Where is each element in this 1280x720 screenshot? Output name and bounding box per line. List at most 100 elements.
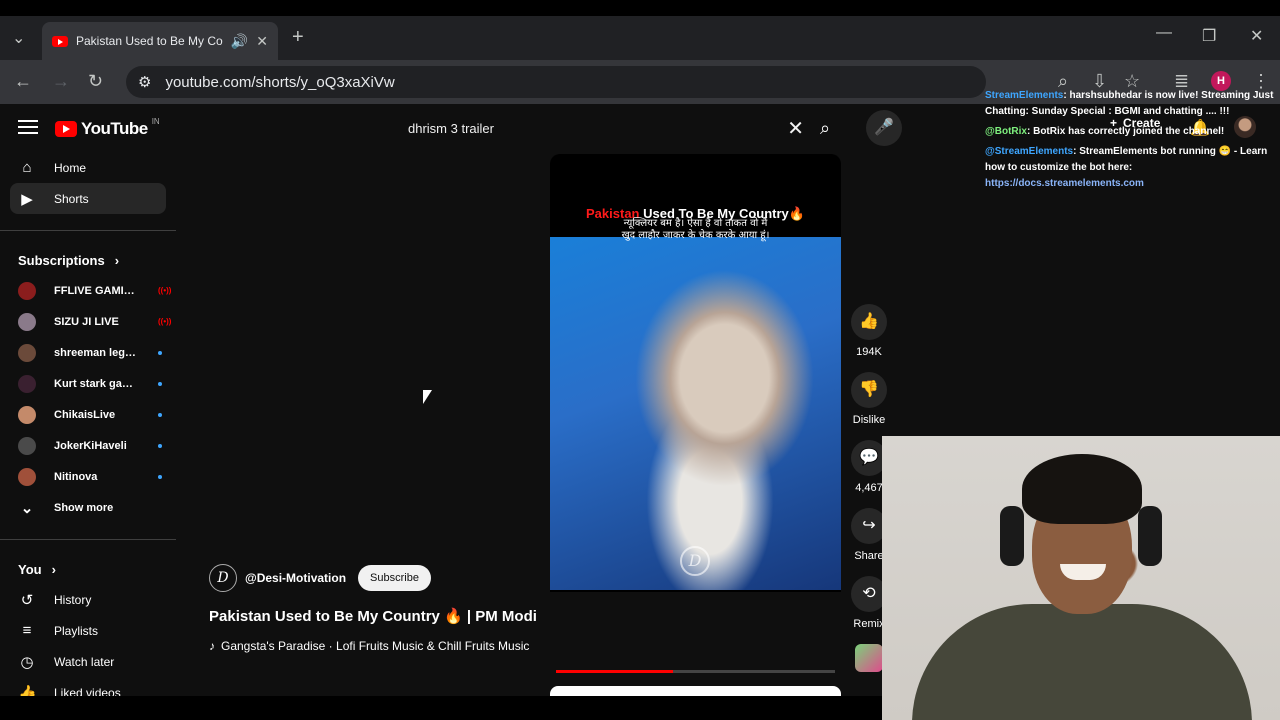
top-black-strip — [0, 0, 1280, 16]
nav-history[interactable]: ↺ History — [0, 584, 166, 615]
audio-thumbnail[interactable] — [855, 644, 883, 672]
live-indicator-icon: ((•)) — [158, 286, 172, 295]
voice-search-icon[interactable]: 🎤 — [866, 110, 902, 146]
channel-avatar[interactable]: D — [209, 564, 237, 592]
hindi-subtitle: न्यूक्लियर बम है। ऐसा है वो ताकत वो मैं … — [550, 218, 841, 242]
clear-search-icon[interactable]: ✕ — [787, 116, 804, 141]
back-icon[interactable]: ← — [14, 71, 32, 92]
video-progress-fill — [556, 670, 674, 673]
video-progress-bar[interactable] — [556, 670, 835, 673]
channel-avatar — [18, 436, 36, 455]
channel-row: D @Desi-Motivation Subscribe — [209, 564, 431, 592]
nav-watch-later-label: Watch later — [54, 654, 115, 669]
chat-username: @StreamElements — [985, 146, 1074, 157]
speaker-icon[interactable]: 🔊 — [231, 33, 248, 50]
home-icon: ⌂ — [22, 159, 32, 176]
nav-shorts[interactable]: ▶ Shorts — [10, 183, 166, 214]
new-content-dot — [158, 474, 162, 479]
nav-home-label: Home — [54, 160, 87, 175]
subscription-name: SIZU JI LIVE — [54, 315, 119, 328]
channel-avatar — [18, 312, 36, 331]
restore-icon[interactable]: ❐ — [1202, 26, 1216, 46]
close-window-icon[interactable]: ✕ — [1250, 26, 1263, 46]
subscription-name: Nitinova — [54, 470, 98, 483]
browser-tab[interactable]: Pakistan Used to Be My Country 🔊 ✕ — [42, 22, 278, 60]
channel-avatar — [18, 281, 36, 300]
remix-icon: ⟲ — [862, 585, 876, 602]
subscription-item[interactable]: Nitinova — [0, 461, 176, 492]
subscription-item[interactable]: Kurt stark gaming — [0, 368, 176, 399]
new-content-dot — [158, 443, 162, 448]
show-more-button[interactable]: ⌄ Show more — [0, 492, 176, 523]
youtube-favicon-icon — [52, 35, 68, 47]
youtube-logo[interactable]: YouTube IN — [55, 116, 160, 139]
subscription-item[interactable]: shreeman legen... — [0, 337, 176, 368]
channel-avatar — [18, 405, 36, 424]
search-box[interactable]: dhrism 3 trailer ✕ — [396, 108, 816, 148]
forward-icon[interactable]: → — [52, 71, 70, 92]
channel-name[interactable]: @Desi-Motivation — [245, 571, 346, 585]
music-row[interactable]: ♪ Gangsta's Paradise · Lofi Fruits Music… — [209, 639, 529, 653]
shorts-player[interactable]: Pakistan Used To Be My Country🔥 न्यूक्लि… — [550, 154, 841, 592]
subscription-item[interactable]: ChikaisLive — [0, 399, 176, 430]
video-frame — [550, 237, 841, 590]
shorts-icon: ▶ — [21, 190, 33, 208]
mouse-cursor-icon — [423, 390, 432, 404]
tab-title: Pakistan Used to Be My Country — [76, 34, 223, 48]
nav-home[interactable]: ⌂ Home — [0, 152, 166, 183]
thumbs-down-icon: 👎 — [859, 381, 879, 398]
next-short-preview[interactable] — [550, 686, 841, 696]
new-tab-icon[interactable]: + — [292, 26, 304, 49]
tab-search-icon[interactable]: ⌄ — [12, 28, 25, 48]
subscriptions-header[interactable]: Subscriptions › — [0, 245, 176, 275]
subscription-item[interactable]: SIZU JI LIVE ((•)) — [0, 306, 176, 337]
subscribe-button[interactable]: Subscribe — [358, 565, 431, 591]
share-icon: ↪ — [862, 517, 876, 534]
channel-avatar — [18, 467, 36, 486]
reload-icon[interactable]: ↻ — [88, 71, 103, 92]
chevron-down-icon: ⌄ — [20, 499, 34, 517]
close-tab-icon[interactable]: ✕ — [256, 33, 268, 50]
chat-username: @BotRix — [985, 126, 1027, 137]
guide-menu-icon[interactable] — [18, 120, 38, 138]
search-input[interactable]: dhrism 3 trailer — [408, 121, 787, 136]
chat-text: : BotRix has correctly joined the channe… — [1026, 126, 1225, 137]
tab-bar: ⌄ Pakistan Used to Be My Country 🔊 ✕ + —… — [0, 16, 1280, 60]
you-title: You — [18, 561, 42, 577]
new-content-dot — [158, 412, 162, 417]
minimize-icon[interactable]: — — [1156, 24, 1172, 42]
search-icon[interactable]: ⌕ — [820, 118, 830, 139]
video-title[interactable]: Pakistan Used to Be My Country 🔥 | PM Mo… — [209, 607, 537, 625]
you-header[interactable]: You › — [0, 554, 176, 584]
nav-watch-later[interactable]: ◷ Watch later — [0, 646, 166, 677]
chat-message: @BotRix: BotRix has correctly joined the… — [985, 124, 1277, 140]
dislike-label: Dislike — [852, 414, 886, 426]
show-more-label: Show more — [54, 501, 114, 514]
channel-avatar — [18, 343, 36, 362]
comment-icon: 💬 — [859, 449, 879, 466]
subscription-item[interactable]: JokerKiHaveli — [0, 430, 176, 461]
nav-playlists-label: Playlists — [54, 623, 99, 638]
subscription-item[interactable]: FFLIVE GAMING ... ((•)) — [0, 275, 176, 306]
subscription-name: Kurt stark gaming — [54, 377, 140, 390]
chat-link[interactable]: https://docs.streamelements.com — [985, 178, 1144, 189]
chevron-right-icon: › — [51, 561, 56, 577]
thumbs-up-icon: 👍 — [859, 313, 879, 330]
address-bar[interactable]: ⚙ youtube.com/shorts/y_oQ3xaXiVw — [126, 66, 986, 98]
channel-watermark-icon: D — [680, 546, 710, 576]
region-code: IN — [151, 116, 160, 126]
nav-shorts-label: Shorts — [54, 191, 89, 206]
dislike-button[interactable]: 👎 — [851, 372, 887, 408]
chevron-right-icon: › — [114, 252, 120, 268]
site-info-icon[interactable]: ⚙ — [138, 73, 151, 91]
playlists-icon: ≡ — [22, 622, 32, 639]
sidebar-divider — [0, 230, 176, 231]
url-text: youtube.com/shorts/y_oQ3xaXiVw — [165, 73, 395, 91]
history-icon: ↺ — [20, 591, 34, 609]
subscription-name: ChikaisLive — [54, 408, 116, 421]
like-button[interactable]: 👍 — [851, 304, 887, 340]
nav-playlists[interactable]: ≡ Playlists — [0, 615, 166, 646]
stream-chat-overlay: StreamElements: harshsubhedar is now liv… — [985, 88, 1277, 196]
chat-message: @StreamElements: StreamElements bot runn… — [985, 144, 1277, 192]
hindi-subtitle-line: न्यूक्लियर बम है। ऐसा है वो ताकत वो मैं — [623, 218, 768, 229]
